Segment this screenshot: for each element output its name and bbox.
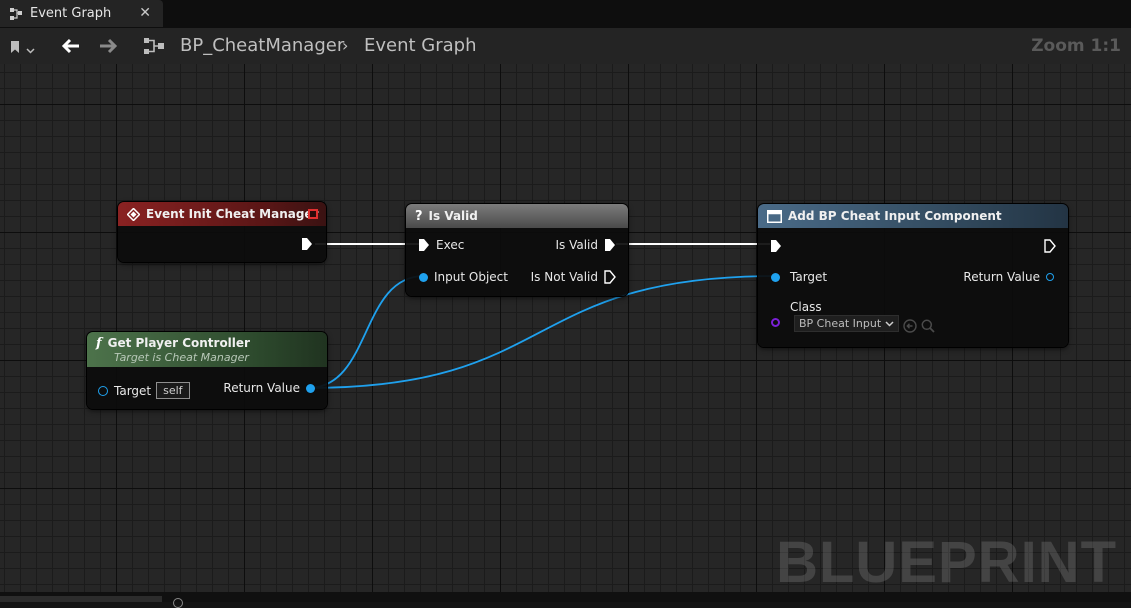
- blueprint-graph-icon: [143, 37, 165, 59]
- pin-label: Is Not Valid: [530, 270, 598, 284]
- function-icon: f: [96, 335, 102, 351]
- pin-label: Return Value: [963, 270, 1040, 284]
- tab-bar: Event Graph ✕: [0, 0, 1131, 28]
- node-header[interactable]: ? Is Valid: [406, 204, 628, 228]
- is-valid-exec-out-pin[interactable]: Is Valid: [555, 238, 616, 252]
- target-pin[interactable]: Target self: [98, 382, 190, 399]
- event-diamond-icon: [127, 207, 140, 221]
- node-title: Event Init Cheat Manager: [146, 207, 319, 221]
- node-event-init-cheat-manager[interactable]: Event Init Cheat Manager: [118, 202, 326, 262]
- zoom-label: Zoom 1:1: [1031, 36, 1121, 56]
- bottom-panel-strip: [0, 592, 1131, 608]
- node-add-bp-cheat-input-component[interactable]: Add BP Cheat Input Component Target Retu…: [758, 204, 1068, 347]
- breadcrumb-graph[interactable]: Event Graph: [364, 35, 477, 56]
- input-object-pin[interactable]: Input Object: [419, 270, 508, 284]
- class-select-value: BP Cheat Input: [799, 317, 882, 330]
- breadcrumb-blueprint[interactable]: BP_CheatManager: [180, 35, 344, 56]
- back-arrow-icon[interactable]: [60, 37, 80, 59]
- class-pin-icon[interactable]: [771, 318, 780, 327]
- chevron-down-icon: [26, 39, 35, 58]
- breadcrumb-bar: BP_CheatManager › Event Graph Zoom 1:1: [0, 28, 1131, 64]
- status-indicator-icon: [173, 598, 183, 608]
- node-title: Get Player Controller: [107, 336, 250, 350]
- tab-label: Event Graph: [30, 6, 112, 21]
- pin-label: Exec: [436, 238, 465, 252]
- chevron-down-icon: [885, 317, 894, 330]
- pin-label: Is Valid: [555, 238, 598, 252]
- breadcrumb-separator: ›: [342, 36, 349, 55]
- tab-event-graph[interactable]: Event Graph ✕: [0, 0, 163, 27]
- pin-label: Return Value: [223, 381, 300, 395]
- blueprint-watermark: BLUEPRINT: [776, 530, 1117, 592]
- bottom-tab[interactable]: [0, 596, 162, 602]
- node-header[interactable]: Add BP Cheat Input Component: [758, 204, 1068, 228]
- component-icon: [767, 209, 782, 223]
- object-pin-icon: [1046, 273, 1054, 281]
- pin-label: Target: [790, 270, 828, 284]
- return-value-pin[interactable]: Return Value: [223, 381, 315, 395]
- node-header[interactable]: Event Init Cheat Manager: [118, 202, 326, 226]
- pin-label: Input Object: [434, 270, 508, 284]
- forward-arrow-icon[interactable]: [99, 37, 119, 59]
- pin-label: Target: [114, 383, 152, 398]
- exec-out-pin[interactable]: [301, 236, 313, 255]
- graph-canvas[interactable]: BLUEPRINT Event Init Cheat Manager ? Is …: [0, 64, 1131, 592]
- node-title: Is Valid: [428, 209, 478, 223]
- class-label-wrap: Class: [790, 300, 822, 314]
- class-select[interactable]: BP Cheat Input: [794, 315, 900, 332]
- bookmark-dropdown[interactable]: [10, 39, 35, 58]
- exec-out-pin[interactable]: [1044, 238, 1056, 257]
- object-pin-icon: [306, 383, 315, 393]
- node-is-valid[interactable]: ? Is Valid Exec Input Object Is Valid Is…: [406, 204, 628, 296]
- target-pin[interactable]: Target: [771, 270, 827, 284]
- exec-in-pin[interactable]: [770, 238, 782, 257]
- delegate-pin-icon[interactable]: [308, 209, 318, 219]
- object-pin-icon: [98, 385, 108, 396]
- exec-in-pin[interactable]: Exec: [418, 238, 464, 252]
- return-value-pin[interactable]: Return Value: [963, 270, 1054, 284]
- object-pin-icon: [419, 272, 428, 282]
- close-icon[interactable]: ✕: [139, 5, 151, 21]
- object-pin-icon: [771, 272, 780, 282]
- question-icon: ?: [415, 208, 423, 224]
- node-subtitle: Target is Cheat Manager: [114, 350, 249, 364]
- node-header[interactable]: f Get Player Controller Target is Cheat …: [87, 332, 327, 367]
- use-selected-asset-icon[interactable]: [903, 318, 917, 337]
- graph-icon: [9, 7, 23, 21]
- node-get-player-controller[interactable]: f Get Player Controller Target is Cheat …: [87, 332, 327, 409]
- bookmark-icon: [10, 39, 20, 58]
- is-not-valid-exec-out-pin[interactable]: Is Not Valid: [531, 270, 616, 284]
- pin-label: Class: [790, 300, 822, 314]
- node-title: Add BP Cheat Input Component: [788, 209, 1002, 223]
- target-default-field[interactable]: self: [156, 382, 190, 399]
- browse-search-icon[interactable]: [921, 318, 935, 337]
